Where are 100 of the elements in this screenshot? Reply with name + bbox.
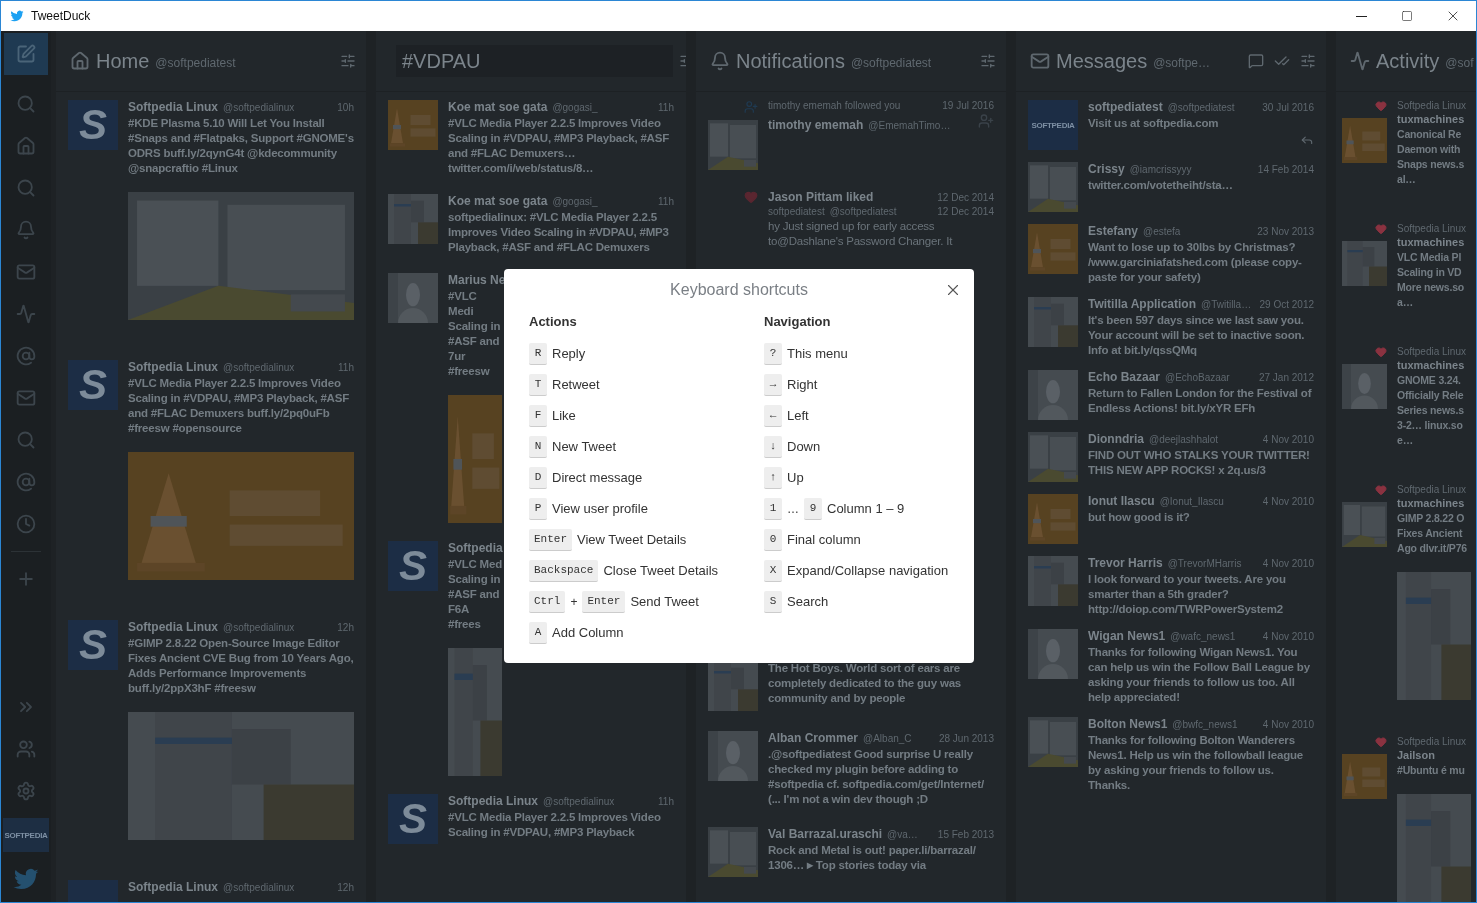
author-handle[interactable]: @TrevorMHarris: [1167, 558, 1242, 569]
notification-text: Softpedia Linux: [1397, 100, 1467, 111]
key-cap: ↑: [764, 466, 782, 489]
user-plus-icon: [744, 100, 758, 114]
author-name[interactable]: Marius Ne: [448, 273, 506, 287]
tweet-time: 27 Jan 2012: [1258, 372, 1314, 383]
avatar-logo[interactable]: S: [68, 360, 118, 410]
heart-icon: [1375, 223, 1387, 235]
tweet-time: 12h: [337, 622, 354, 633]
key-cap: 9: [804, 497, 822, 520]
sidebar-button[interactable]: [4, 33, 48, 75]
author-name[interactable]: Trevor Harris: [1088, 556, 1163, 570]
author-handle[interactable]: @deejlashhalot: [1149, 434, 1219, 445]
avatar-logo[interactable]: S: [68, 100, 118, 150]
key-joiner: …: [787, 501, 799, 516]
minus-icon: [1355, 15, 1367, 17]
message-icon[interactable]: [1248, 53, 1264, 69]
author-name[interactable]: tuxmachines: [1397, 113, 1471, 125]
author-handle[interactable]: @wafc_news1: [1170, 631, 1236, 642]
key-cap: ↓: [764, 435, 782, 458]
author-name[interactable]: Jailson: [1397, 749, 1471, 761]
author-name[interactable]: Softpedia Linux: [128, 880, 218, 894]
author-name[interactable]: Softpedia Linux: [128, 360, 218, 374]
author-handle[interactable]: @estefa: [1143, 226, 1181, 237]
tweet-time: 30 Jul 2016: [1262, 102, 1314, 113]
author-name[interactable]: tuxmachines: [1397, 497, 1471, 509]
follow-icon[interactable]: [978, 113, 994, 129]
author-name[interactable]: Echo Bazaar: [1088, 370, 1161, 384]
author-handle[interactable]: @softpediatest: [1167, 102, 1235, 113]
reply-icon[interactable]: [1300, 133, 1314, 147]
author-handle[interactable]: @Alban_C: [863, 733, 912, 744]
author-name[interactable]: tuxmachines: [1397, 359, 1471, 371]
author-name[interactable]: softpediatest: [768, 206, 825, 217]
author-name[interactable]: tuxmachines: [1397, 236, 1471, 248]
avatar-logo[interactable]: S: [388, 541, 438, 591]
author-name[interactable]: Estefany: [1088, 224, 1139, 238]
notification-text: Softpedia Linux: [1397, 346, 1467, 357]
author-name[interactable]: Softpedia: [448, 541, 503, 555]
tweet-time: 29 Oct 2012: [1259, 299, 1314, 310]
notification-text: Softpedia Linux: [1397, 223, 1467, 234]
search-field[interactable]: #VDPAU: [396, 45, 673, 77]
author-handle[interactable]: @softpedialinux: [223, 622, 295, 633]
author-handle[interactable]: @Twitilla…: [1201, 299, 1252, 310]
shortcut-label: Add Column: [552, 625, 624, 640]
author-name[interactable]: timothy ememah: [768, 118, 864, 132]
author-handle[interactable]: @gogasi_: [552, 102, 598, 113]
shortcut-label: This menu: [787, 346, 848, 361]
author-name[interactable]: Val Barrazal.uraschi: [768, 827, 883, 841]
author-name[interactable]: Koe mat soe gata: [448, 100, 548, 114]
tweet-text: hy Just signed up for early access to@Dashlane's Password Changer. It: [768, 219, 954, 249]
author-handle[interactable]: @bwfc_news1: [1172, 719, 1238, 730]
author-handle[interactable]: @EchoBazaar: [1165, 372, 1230, 383]
author-name[interactable]: Dionndria: [1088, 432, 1144, 446]
author-handle[interactable]: @Ionut_Ilascu: [1159, 496, 1224, 507]
envelope-icon: [16, 262, 36, 282]
author-handle[interactable]: @EmemahTimo…: [868, 120, 951, 131]
author-name[interactable]: Ionut Ilascu: [1088, 494, 1155, 508]
author-name[interactable]: Softpedia Linux: [128, 620, 218, 634]
tweet-text: Return to Fallen London for the Festival of Endless Actions! bit.ly/xYR EFh: [1088, 386, 1313, 416]
author-handle[interactable]: @softpedialinux: [543, 796, 615, 807]
tweet-time: 10h: [337, 102, 354, 113]
author-name[interactable]: Softpedia Linux: [128, 100, 218, 114]
heart-icon: [744, 190, 758, 204]
author-name[interactable]: Wigan News1: [1088, 629, 1166, 643]
avatar-logo[interactable]: S: [68, 620, 118, 670]
author-name[interactable]: Alban Crommer: [768, 731, 859, 745]
tweet-time: 11h: [338, 362, 354, 373]
tweet-text: GIMP 2.8.22 O Fixes Ancient Ago dlvr.it/P76: [1397, 511, 1468, 556]
key-joiner: +: [570, 594, 578, 609]
shortcut-label: Column 1 – 9: [827, 501, 905, 516]
author-handle[interactable]: @iamcrissyyy: [1129, 164, 1192, 175]
author-handle[interactable]: @softpedialinux: [223, 882, 295, 893]
key-cap: X: [764, 559, 782, 582]
tweet-text: Rock and Metal is out! paper.li/barrazal/ 1306… ▸ Top stories today via: [768, 843, 977, 873]
author-handle[interactable]: @gogasi_: [552, 196, 598, 207]
author-handle[interactable]: @softpedialinux: [223, 362, 295, 373]
notification-text: Softpedia Linux: [1397, 736, 1467, 747]
author-name[interactable]: softpediatest: [1088, 100, 1163, 114]
author-name[interactable]: Twitilla Application: [1088, 297, 1196, 311]
key-cap: Enter: [529, 528, 572, 551]
account-avatar[interactable]: SOFTPEDIA: [3, 818, 49, 852]
key-cap: P: [529, 497, 547, 520]
heart-icon: [1375, 736, 1387, 748]
avatar-logo[interactable]: S: [388, 794, 438, 844]
author-name[interactable]: Softpedia Linux: [448, 794, 538, 808]
author-name[interactable]: Bolton News1: [1088, 717, 1168, 731]
author-name[interactable]: Koe mat soe gata: [448, 194, 548, 208]
author-name[interactable]: Crissy: [1088, 162, 1125, 176]
notification-time: 12 Dec 2014: [937, 192, 994, 203]
avatar-logo[interactable]: SOFTPEDIA: [1028, 100, 1078, 150]
column-title: Messages: [1056, 49, 1148, 73]
author-handle[interactable]: @softpediatest: [829, 206, 897, 217]
key-cap: ?: [764, 342, 782, 365]
tweet-text: .@softpediatest Good surprise U really checked my plugin before adding to #softpedia cf. softpedia.com/get/Internet/ (... I'm not a win dev though ;D: [768, 747, 985, 807]
bell-icon: [16, 220, 36, 240]
shortcut-label: New Tweet: [552, 439, 617, 454]
tweet-time: 11h: [658, 796, 674, 807]
envelope-icon: [1030, 51, 1050, 71]
author-handle[interactable]: @softpedialinux: [223, 102, 295, 113]
author-handle[interactable]: @va…: [887, 829, 918, 840]
